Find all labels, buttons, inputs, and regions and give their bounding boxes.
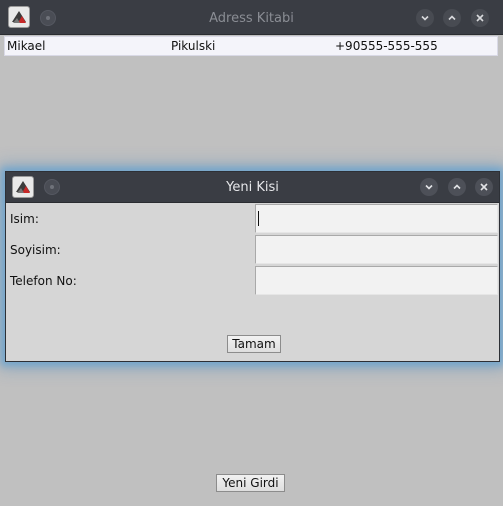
minimize-icon[interactable] [420,178,438,196]
phone-field[interactable] [255,266,498,295]
close-icon[interactable] [471,9,489,27]
last-name-label: Soyisim: [10,243,61,257]
address-list[interactable]: Mikael Pikulski +90555-555-555 [4,36,498,56]
maximize-icon[interactable] [443,9,461,27]
new-entry-button[interactable]: Yeni Girdi [216,474,285,492]
first-name-label: Isim: [10,212,39,226]
close-icon[interactable] [475,178,493,196]
window-menu-icon[interactable] [40,10,56,26]
phone-label: Telefon No: [10,274,77,288]
text-cursor [258,211,259,226]
main-titlebar[interactable]: Adress Kitabi [0,0,503,35]
new-contact-dialog: Yeni Kisi Isim: Soyisim: Telefon No: Tam… [5,171,500,362]
first-name-field[interactable] [255,204,498,233]
window-menu-icon[interactable] [44,179,60,195]
app-icon[interactable] [12,176,34,198]
list-item[interactable]: Mikael Pikulski +90555-555-555 [5,37,497,55]
first-name-cell: Mikael [7,39,46,53]
last-name-field[interactable] [255,235,498,264]
last-name-cell: Pikulski [171,39,216,53]
dialog-titlebar[interactable]: Yeni Kisi [6,172,499,203]
app-icon[interactable] [8,6,30,28]
minimize-icon[interactable] [416,9,434,27]
ok-button[interactable]: Tamam [227,335,281,353]
phone-cell: +90555-555-555 [335,39,438,53]
maximize-icon[interactable] [448,178,466,196]
